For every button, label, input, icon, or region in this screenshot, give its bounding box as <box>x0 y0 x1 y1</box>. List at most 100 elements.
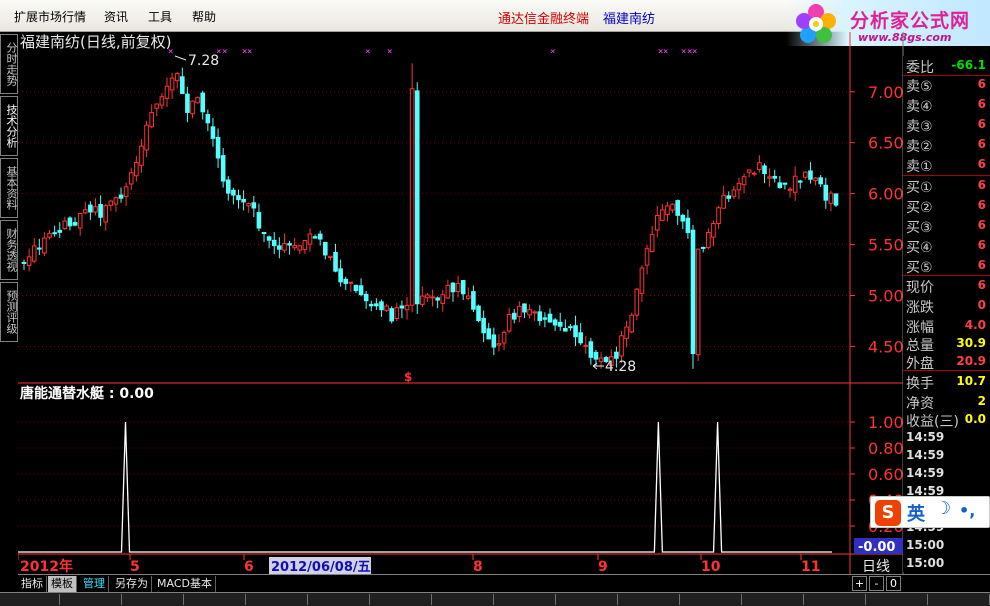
low-arrow-icon <box>592 362 604 370</box>
candle-up <box>706 231 711 249</box>
candle-down <box>220 155 226 182</box>
indicator-series <box>18 421 832 553</box>
status-strip <box>0 592 990 606</box>
status-cell <box>744 594 804 605</box>
quote-label: 卖⑤ <box>906 79 933 95</box>
candle-down <box>823 184 829 201</box>
candle-up <box>787 188 793 191</box>
candle-up <box>634 288 640 316</box>
zoom-out-button[interactable]: - <box>869 576 884 591</box>
tick-time: 14:59 <box>906 448 945 462</box>
quote-value: 2 <box>977 394 986 408</box>
candle-down <box>568 326 573 329</box>
status-cell <box>868 594 928 605</box>
candle-down <box>379 301 384 311</box>
candle-down <box>225 179 231 194</box>
zoom-in-button[interactable]: + <box>852 576 867 591</box>
quote-row: 卖② 6 <box>906 135 990 155</box>
tab-rating[interactable]: 预测评级 <box>0 282 18 342</box>
left-tab-bar: 分时走势 技术分析 基本资料 财务透视 预测评级 <box>0 32 18 572</box>
candle-down <box>21 261 27 264</box>
tab-macd-basic[interactable]: MACD基本 <box>154 576 216 592</box>
low-price-label: 4.28 <box>605 359 636 375</box>
menu-news[interactable]: 资讯 <box>104 8 128 25</box>
tab-indicator[interactable]: 指标 <box>18 576 47 592</box>
tick-time: 15:00 <box>906 556 945 570</box>
quote-label: 买① <box>906 180 933 196</box>
indicator-y-tick-label: 0.60 <box>868 465 904 484</box>
tab-save-as[interactable]: 另存为 <box>112 576 152 592</box>
y-tick-label: 6.00 <box>868 185 904 204</box>
candle-up <box>31 245 37 262</box>
candle-down <box>353 284 359 292</box>
status-cell <box>62 594 122 605</box>
quote-value: 6 <box>977 258 986 272</box>
candle-up <box>307 233 313 245</box>
candle-up <box>803 171 808 178</box>
candle-up <box>624 326 629 339</box>
moon-icon[interactable]: ☽ <box>935 498 951 519</box>
quote-row: 卖④ 6 <box>906 95 990 115</box>
signal-x-marker: × <box>222 47 227 57</box>
menu-extended-market[interactable]: 扩展市场行情 <box>14 8 86 25</box>
candle-down <box>818 177 823 185</box>
candle-down <box>180 76 185 95</box>
chart-area[interactable]: × × × × × × × × × × × × × 7.006.506.005.505.004.501.… <box>18 32 904 574</box>
period-label[interactable]: 日线 <box>862 559 890 574</box>
sogou-icon[interactable]: S <box>875 500 901 526</box>
candle-down <box>782 182 788 185</box>
candle-down <box>833 193 839 206</box>
candle-down <box>481 317 486 334</box>
candle-down <box>450 282 456 293</box>
tab-template[interactable]: 模板 <box>48 576 77 592</box>
candle-down <box>57 229 63 233</box>
candle-up <box>297 245 303 251</box>
candle-down <box>486 328 492 340</box>
quote-label: 买③ <box>906 220 933 236</box>
reset-button[interactable]: 0 <box>886 576 901 591</box>
quote-label: 现价 <box>906 280 934 296</box>
candle-up <box>813 177 818 182</box>
quote-label: 买② <box>906 200 933 216</box>
menu-tools[interactable]: 工具 <box>148 8 172 25</box>
quote-row: 买④ 6 <box>906 236 990 256</box>
candle-up <box>629 314 635 333</box>
candle-up <box>123 186 129 198</box>
tick-time: 15:00 <box>906 538 945 552</box>
candlestick-series <box>21 63 839 369</box>
ime-toolbar[interactable]: S 英 ☽ •, <box>870 496 990 528</box>
candle-up <box>619 335 624 357</box>
status-cell <box>806 594 866 605</box>
tab-fundamentals[interactable]: 基本资料 <box>0 158 18 218</box>
candle-up <box>409 88 415 306</box>
candle-down <box>511 312 517 320</box>
tab-intraday[interactable]: 分时走势 <box>0 34 18 94</box>
signal-x-marker: × <box>550 47 555 57</box>
candle-up <box>328 255 333 259</box>
tab-technical[interactable]: 技术分析 <box>0 96 18 156</box>
status-cell <box>930 594 990 605</box>
candle-up <box>654 215 660 231</box>
candle-down <box>271 239 277 247</box>
candle-down <box>435 297 440 301</box>
tab-manage[interactable]: 管理 <box>80 576 109 592</box>
candle-up <box>159 96 165 106</box>
tab-financials[interactable]: 财务透视 <box>0 220 18 280</box>
candle-up <box>430 296 435 299</box>
candle-up <box>425 294 430 299</box>
punctuation-icon[interactable]: •, <box>959 501 975 520</box>
candle-up <box>128 172 134 185</box>
candle-down <box>52 232 57 235</box>
candle-up <box>113 197 119 205</box>
ime-language[interactable]: 英 <box>907 500 925 526</box>
candle-up <box>246 203 252 207</box>
candle-down <box>363 293 369 302</box>
indicator-y-tick-label: 1.00 <box>868 413 904 432</box>
candle-down <box>231 189 236 196</box>
candle-up <box>174 73 180 82</box>
menu-help[interactable]: 帮助 <box>192 8 216 25</box>
indicator-current-value: -0.00 <box>858 540 895 555</box>
candle-down <box>471 291 476 310</box>
candle-down <box>552 319 558 326</box>
status-cell <box>620 594 680 605</box>
